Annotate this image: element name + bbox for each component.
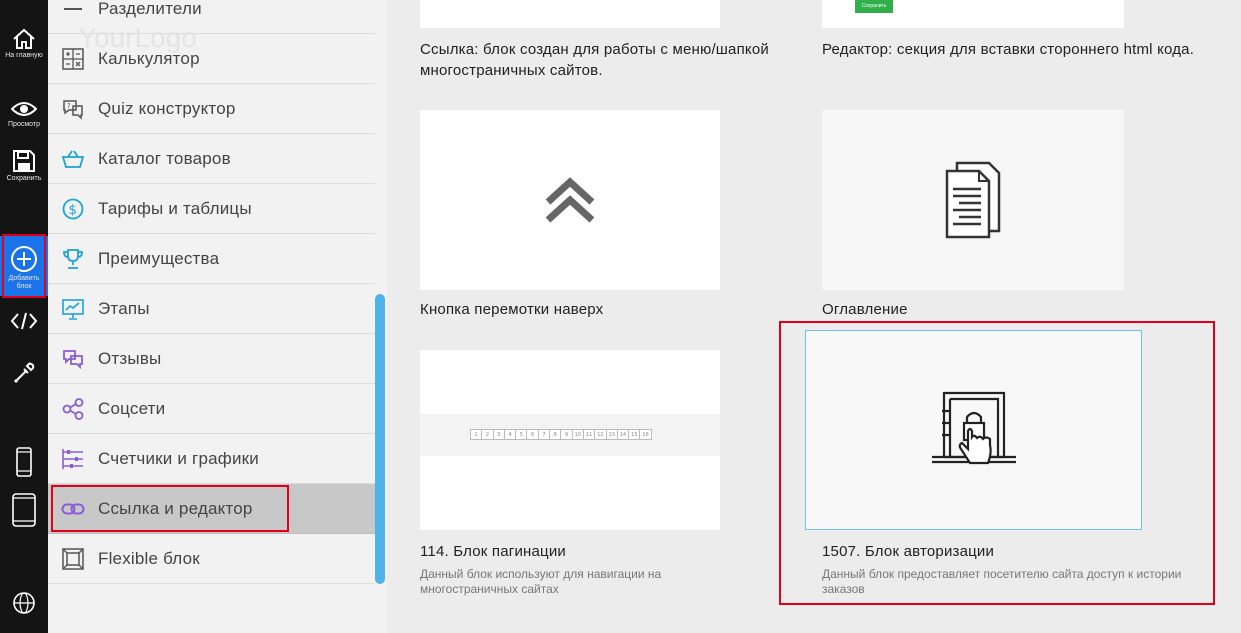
calculator-icon [48, 47, 98, 70]
tablet-view-button[interactable] [0, 493, 48, 527]
pagination-preview: 1 2 3 4 5 6 7 8 9 10 11 12 13 14 15 16 [470, 429, 652, 440]
category-label: Flexible блок [98, 548, 200, 568]
category-label: Ссылка и редактор [98, 498, 253, 518]
block-thumb-auth[interactable] [805, 330, 1142, 530]
category-scrollbar-thumb[interactable] [375, 294, 385, 584]
block-title-pagination: 114. Блок пагинации [420, 543, 567, 560]
pagination-page-cell: 16 [639, 429, 652, 440]
block-desc-auth: Данный блок предоставляет посетителю сай… [822, 567, 1182, 596]
add-block-label: Добавить блок [8, 275, 40, 290]
category-reviews[interactable]: Отзывы [48, 334, 375, 384]
category-label: Калькулятор [98, 48, 200, 68]
category-label: Каталог товаров [98, 148, 231, 168]
save-label: Сохранить [6, 175, 42, 182]
plus-circle-icon [11, 246, 37, 272]
floppy-icon [13, 150, 35, 172]
block-thumb-editor[interactable]: Сохранить [822, 0, 1124, 28]
link-icon [48, 501, 98, 517]
divider-icon [48, 0, 98, 20]
category-label: Этапы [98, 298, 150, 318]
globe-www-icon [13, 592, 35, 614]
block-desc-pagination: Данный блок используют для навигации на … [420, 567, 662, 596]
category-link-editor[interactable]: Ссылка и редактор [48, 484, 375, 534]
category-label: Соцсети [98, 398, 166, 418]
code-button[interactable] [0, 311, 48, 331]
category-label: Счетчики и графики [98, 448, 259, 468]
tablet-icon [12, 493, 36, 527]
category-catalog[interactable]: Каталог товаров [48, 134, 375, 184]
block-thumb-toc[interactable] [822, 110, 1124, 290]
block-title-scroll-top: Кнопка перемотки наверх [420, 301, 604, 318]
category-dividers[interactable]: Разделители [48, 0, 375, 34]
add-block-button[interactable]: Добавить блок [0, 236, 48, 296]
home-button[interactable]: На главную [0, 28, 48, 60]
category-pricing[interactable]: $ Тарифы и таблицы [48, 184, 375, 234]
svg-text:$: $ [69, 203, 77, 218]
category-social[interactable]: Соцсети [48, 384, 375, 434]
category-calculator[interactable]: Калькулятор [48, 34, 375, 84]
category-flexible[interactable]: Flexible блок [48, 534, 375, 584]
trophy-icon [48, 248, 98, 270]
home-label: На главную [5, 52, 43, 59]
quiz-icon: ? [48, 98, 98, 120]
block-title-toc: Оглавление [822, 301, 908, 318]
category-label: Quiz конструктор [98, 98, 236, 118]
chart-board-icon [48, 298, 98, 320]
editor-save-button: Сохранить [855, 0, 893, 13]
publish-button[interactable] [0, 591, 48, 615]
category-advantages[interactable]: Преимущества [48, 234, 375, 284]
basket-icon [48, 148, 98, 170]
block-title-auth: 1507. Блок авторизации [822, 543, 995, 560]
mobile-view-button[interactable] [0, 447, 48, 477]
category-counters[interactable]: Счетчики и графики [48, 434, 375, 484]
color-picker-button[interactable] [0, 361, 48, 385]
save-button[interactable]: Сохранить [0, 149, 48, 183]
block-thumb-link[interactable] [420, 0, 720, 28]
sliders-icon [48, 448, 98, 470]
door-lock-tap-icon [931, 391, 1016, 465]
share-icon [48, 397, 98, 420]
preview-button[interactable]: Просмотр [0, 99, 48, 129]
preview-label: Просмотр [8, 121, 40, 128]
category-label: Разделители [98, 0, 202, 18]
svg-text:?: ? [67, 102, 71, 110]
phone-icon [16, 447, 32, 477]
flexible-icon [48, 547, 98, 570]
home-icon [13, 28, 35, 49]
document-icon [945, 161, 1001, 239]
code-icon [10, 312, 38, 330]
block-title-link: Ссылка: блок создан для работы с меню/ша… [420, 41, 769, 79]
category-quiz[interactable]: ? Quiz конструктор [48, 84, 375, 134]
category-stages[interactable]: Этапы [48, 284, 375, 334]
eyedropper-icon [13, 362, 35, 384]
category-label: Преимущества [98, 248, 220, 268]
double-chevron-up-icon [545, 177, 595, 223]
eye-icon [11, 102, 37, 116]
chat-icon [48, 348, 98, 370]
dollar-icon: $ [48, 198, 98, 220]
category-label: Отзывы [98, 348, 162, 368]
block-category-list: YourLogo Разделители Калькулятор ? Quiz … [48, 0, 387, 633]
block-title-editor: Редактор: секция для вставки стороннего … [822, 41, 1195, 58]
left-toolbar: На главную Просмотр Сохранить Добавить б… [0, 0, 48, 633]
block-thumb-scroll-top[interactable] [420, 110, 720, 290]
block-catalog: Ссылка: блок создан для работы с меню/ша… [387, 0, 1241, 633]
block-thumb-pagination[interactable]: 1 2 3 4 5 6 7 8 9 10 11 12 13 14 15 16 [420, 350, 720, 530]
category-label: Тарифы и таблицы [98, 198, 252, 218]
